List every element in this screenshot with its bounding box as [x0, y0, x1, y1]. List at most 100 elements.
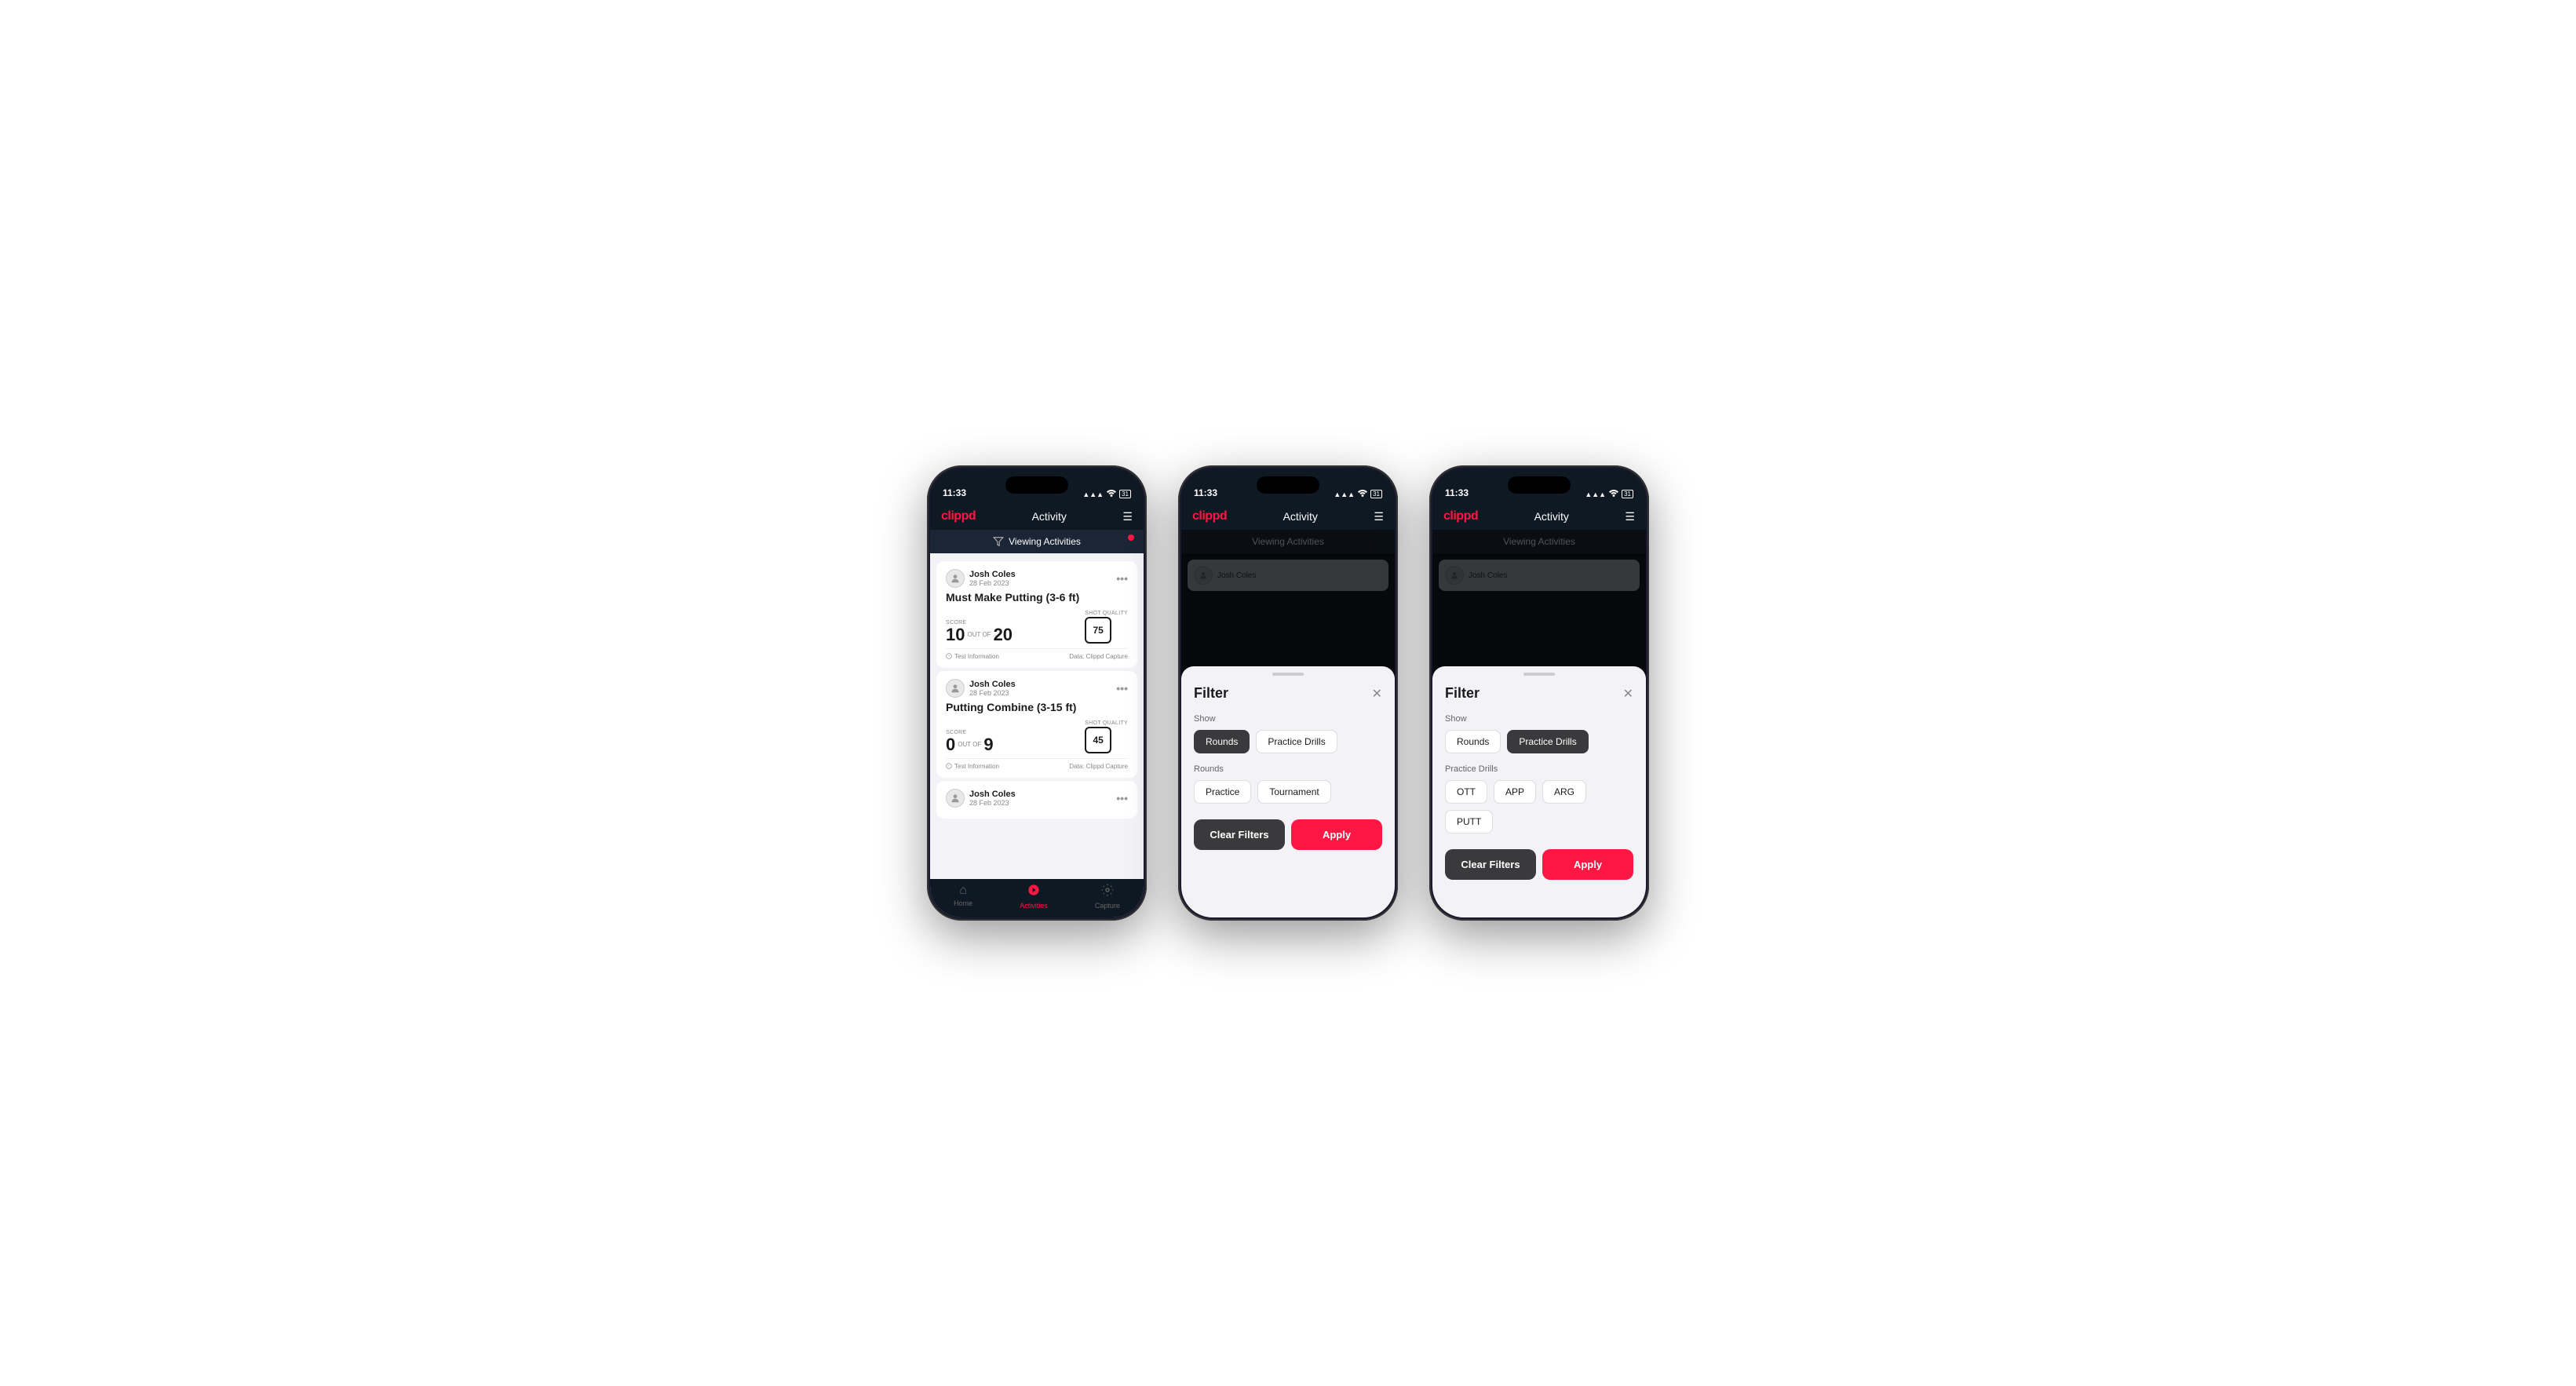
- filter-overlay-2: Filter ✕ Show Rounds Practice Drills: [1181, 530, 1395, 917]
- modal-header-2: Filter ✕: [1194, 685, 1382, 702]
- filter-show-section-3: Show Rounds Practice Drills: [1445, 714, 1633, 753]
- activity-card-1: Josh Coles 28 Feb 2023 ••• Must Make Put…: [936, 561, 1137, 668]
- logo-2: clippd: [1192, 509, 1227, 523]
- practice-drills-btn-3[interactable]: Practice Drills: [1507, 730, 1588, 753]
- avatar-3: [946, 789, 965, 808]
- stat-score-2: Score 0 OUT OF 9: [946, 730, 994, 753]
- clear-filters-btn-2[interactable]: Clear Filters: [1194, 819, 1285, 850]
- rounds-btn-2[interactable]: Rounds: [1194, 730, 1250, 753]
- phone-3-inner: 11:33 ▲▲▲ 31 clippd Activity ☰ Viewing A…: [1432, 469, 1646, 917]
- header-title-1: Activity: [1032, 510, 1067, 523]
- viewing-banner-1[interactable]: Viewing Activities: [930, 530, 1144, 553]
- status-time-1: 11:33: [943, 487, 966, 498]
- phone-2-inner: 11:33 ▲▲▲ 31 clippd Activity ☰ Viewing A…: [1181, 469, 1395, 917]
- score-value-2: 0: [946, 736, 955, 753]
- filter-drills-section-3: Practice Drills OTT APP ARG PUTT: [1445, 764, 1633, 833]
- ott-btn-3[interactable]: OTT: [1445, 780, 1487, 804]
- rounds-btn-3[interactable]: Rounds: [1445, 730, 1501, 753]
- logo-3: clippd: [1443, 509, 1478, 523]
- menu-icon-2[interactable]: ☰: [1374, 510, 1384, 523]
- home-icon-1: ⌂: [959, 884, 967, 898]
- activity-title-1: Must Make Putting (3-6 ft): [946, 591, 1128, 604]
- apply-btn-2[interactable]: Apply: [1291, 819, 1382, 850]
- stat-score-1: Score 10 OUT OF 20: [946, 620, 1013, 644]
- info-icon-2: [946, 763, 952, 769]
- drills-section-label-3: Practice Drills: [1445, 764, 1633, 774]
- more-dots-3[interactable]: •••: [1116, 792, 1128, 804]
- show-label-2: Show: [1194, 714, 1382, 724]
- user-date-2: 28 Feb 2023: [969, 689, 1016, 697]
- quality-badge-1: 75: [1085, 617, 1111, 644]
- out-of-label-1: OUT OF: [967, 631, 991, 638]
- capture-label-1: Capture: [1095, 902, 1120, 910]
- header-title-2: Activity: [1283, 510, 1318, 523]
- putt-btn-3[interactable]: PUTT: [1445, 810, 1493, 833]
- more-dots-1[interactable]: •••: [1116, 572, 1128, 585]
- modal-handle-2: [1272, 673, 1304, 676]
- app-header-1: clippd Activity ☰: [930, 503, 1144, 530]
- avatar-1: [946, 569, 965, 588]
- out-of-value-1: 20: [994, 626, 1013, 644]
- filter-modal-2-el: Filter ✕ Show Rounds Practice Drills: [1181, 666, 1395, 917]
- status-icons-1: ▲▲▲ 31: [1082, 490, 1131, 498]
- screen-content-1: Viewing Activities Josh: [930, 530, 1144, 917]
- modal-close-3[interactable]: ✕: [1623, 686, 1633, 702]
- menu-icon-1[interactable]: ☰: [1122, 510, 1133, 523]
- apply-btn-3[interactable]: Apply: [1542, 849, 1633, 880]
- data-label-2: Data: Clippd Capture: [1069, 763, 1128, 770]
- logo-1: clippd: [941, 509, 976, 523]
- more-dots-2[interactable]: •••: [1116, 682, 1128, 695]
- info-text-2: Test Information: [954, 763, 999, 770]
- user-info-2: Josh Coles 28 Feb 2023: [946, 679, 1016, 698]
- quality-label-2: Shot Quality: [1085, 720, 1128, 726]
- clear-filters-btn-3[interactable]: Clear Filters: [1445, 849, 1536, 880]
- show-label-3: Show: [1445, 714, 1633, 724]
- tournament-btn-2[interactable]: Tournament: [1257, 780, 1330, 804]
- user-name-2: Josh Coles: [969, 680, 1016, 689]
- modal-close-2[interactable]: ✕: [1372, 686, 1382, 702]
- app-header-3: clippd Activity ☰: [1432, 503, 1646, 530]
- card-footer-1: Test Information Data: Clippd Capture: [946, 648, 1128, 660]
- filter-overlay-3: Filter ✕ Show Rounds Practice Drills: [1432, 530, 1646, 917]
- filter-show-section-2: Show Rounds Practice Drills: [1194, 714, 1382, 753]
- app-header-2: clippd Activity ☰: [1181, 503, 1395, 530]
- activities-list-1: Josh Coles 28 Feb 2023 ••• Must Make Put…: [930, 553, 1144, 879]
- card-footer-left-2: Test Information: [946, 763, 999, 770]
- app-btn-3[interactable]: APP: [1494, 780, 1536, 804]
- dynamic-island-2: [1257, 476, 1319, 494]
- phone-2: 11:33 ▲▲▲ 31 clippd Activity ☰ Viewing A…: [1178, 465, 1398, 921]
- card-footer-left-1: Test Information: [946, 653, 999, 660]
- filter-icon-1: [993, 536, 1004, 547]
- activities-icon-1: [1027, 884, 1040, 900]
- arg-btn-3[interactable]: ARG: [1542, 780, 1586, 804]
- home-label-1: Home: [954, 899, 972, 907]
- card-header-1: Josh Coles 28 Feb 2023 •••: [946, 569, 1128, 588]
- modal-title-3: Filter: [1445, 685, 1480, 702]
- activity-card-3: Josh Coles 28 Feb 2023 •••: [936, 781, 1137, 819]
- practice-btn-2[interactable]: Practice: [1194, 780, 1251, 804]
- show-buttons-2: Rounds Practice Drills: [1194, 730, 1382, 753]
- modal-title-2: Filter: [1194, 685, 1228, 702]
- nav-home-1[interactable]: ⌂ Home: [954, 884, 972, 910]
- modal-handle-3: [1523, 673, 1555, 676]
- rounds-buttons-2: Practice Tournament: [1194, 780, 1382, 804]
- status-icons-3: ▲▲▲ 31: [1585, 490, 1633, 498]
- activity-card-2: Josh Coles 28 Feb 2023 ••• Putting Combi…: [936, 671, 1137, 778]
- bottom-nav-1: ⌂ Home Activities Capture: [930, 879, 1144, 917]
- stat-quality-2: Shot Quality 45: [1085, 720, 1128, 753]
- menu-icon-3[interactable]: ☰: [1625, 510, 1635, 523]
- card-header-3: Josh Coles 28 Feb 2023 •••: [946, 789, 1128, 808]
- nav-activities-1[interactable]: Activities: [1020, 884, 1048, 910]
- card-header-2: Josh Coles 28 Feb 2023 •••: [946, 679, 1128, 698]
- user-date-1: 28 Feb 2023: [969, 579, 1016, 587]
- banner-dot-1: [1128, 534, 1134, 541]
- nav-capture-1[interactable]: Capture: [1095, 884, 1120, 910]
- user-date-3: 28 Feb 2023: [969, 799, 1016, 807]
- out-of-value-2: 9: [983, 736, 993, 753]
- modal-footer-2: Clear Filters Apply: [1194, 819, 1382, 850]
- practice-drills-btn-2[interactable]: Practice Drills: [1256, 730, 1337, 753]
- phone-1: 11:33 ▲▲▲ 31 clippd Activity ☰: [927, 465, 1147, 921]
- phone-3: 11:33 ▲▲▲ 31 clippd Activity ☰ Viewing A…: [1429, 465, 1649, 921]
- activity-title-2: Putting Combine (3-15 ft): [946, 701, 1128, 714]
- score-value-1: 10: [946, 626, 965, 644]
